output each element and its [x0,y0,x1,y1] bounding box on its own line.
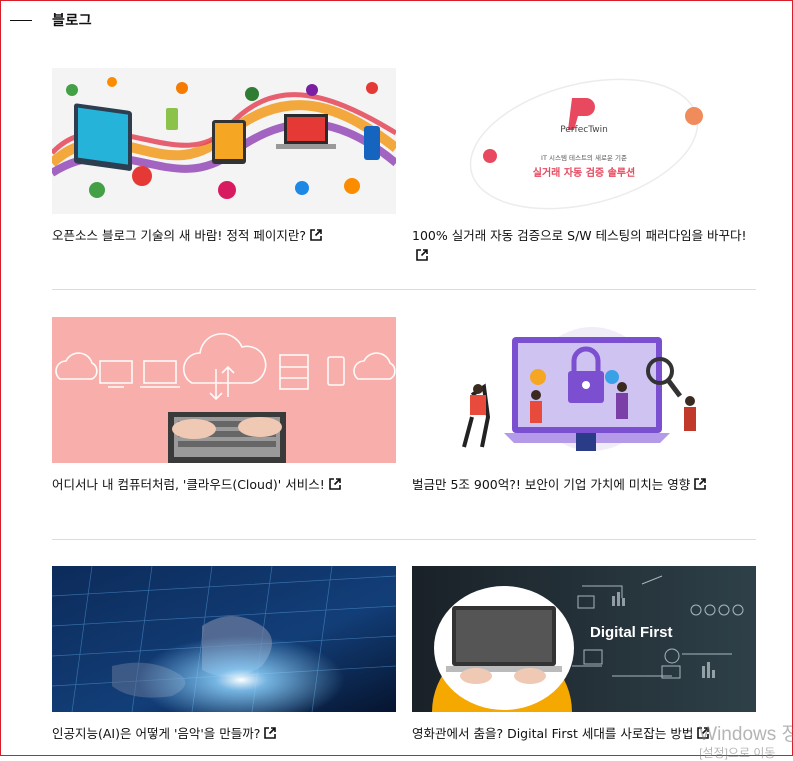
brand-tagline: IT 시스템 테스트의 새로운 기준 [541,154,627,162]
post-title[interactable]: 벌금만 5조 900억?! 보안이 기업 가치에 미치는 영향 [412,475,756,495]
post-title[interactable]: 오픈소스 블로그 기술의 새 바람! 정적 페이지란? [52,226,396,246]
external-link-icon[interactable] [694,476,707,490]
post-title[interactable]: 인공지능(AI)은 어떻게 '음악'을 만들까? [52,724,396,744]
row-divider [52,289,756,290]
blog-card[interactable]: Digital First 영화관에서 춤을? Digital First 세대… [412,566,756,744]
post-thumbnail-devices[interactable] [52,68,396,214]
post-title-text[interactable]: 오픈소스 블로그 기술의 새 바람! 정적 페이지란? [52,228,306,243]
external-link-icon[interactable] [310,227,322,241]
blog-card[interactable]: 인공지능(AI)은 어떻게 '음악'을 만들까? [52,566,396,744]
post-title-text[interactable]: 인공지능(AI)은 어떻게 '음악'을 만들까? [52,726,260,741]
post-thumbnail-ai-music[interactable] [52,566,396,712]
post-title[interactable]: 100% 실거래 자동 검증으로 S/W 테스팅의 패러다임을 바꾸다! [412,226,756,266]
external-link-icon[interactable] [416,247,428,261]
external-link-icon[interactable] [264,725,277,739]
blog-card[interactable]: PerfecTwin IT 시스템 테스트의 새로운 기준 실거래 자동 검증 … [412,68,756,266]
blog-card[interactable]: 오픈소스 블로그 기술의 새 바람! 정적 페이지란? [52,68,396,246]
header-dash [10,19,32,21]
post-title-text[interactable]: 100% 실거래 자동 검증으로 S/W 테스팅의 패러다임을 바꾸다! [412,228,747,243]
brand-headline: 실거래 자동 검증 솔루션 [532,168,636,179]
post-title-text[interactable]: 영화관에서 춤을? Digital First 세대를 사로잡는 방법 [412,726,693,741]
blog-card[interactable]: 어디서나 내 컴퓨터처럼, '클라우드(Cloud)' 서비스! [52,317,396,495]
post-thumbnail-digital-first[interactable]: Digital First [412,566,756,712]
section-header: 블로그 [10,8,92,32]
external-link-icon[interactable] [328,476,341,490]
post-title-text[interactable]: 벌금만 5조 900억?! 보안이 기업 가치에 미치는 영향 [412,477,690,492]
post-thumbnail-perfectwin[interactable]: PerfecTwin IT 시스템 테스트의 새로운 기준 실거래 자동 검증 … [412,68,756,214]
post-thumbnail-security[interactable] [412,317,756,463]
image-headline: Digital First [590,624,673,641]
post-thumbnail-cloud[interactable] [52,317,396,463]
post-title[interactable]: 어디서나 내 컴퓨터처럼, '클라우드(Cloud)' 서비스! [52,475,396,495]
watermark-line2: [설정]으로 이동 [699,746,776,760]
section-title: 블로그 [52,13,93,29]
windows-activation-watermark: Windows 정 [설정]으로 이동 [699,719,793,761]
post-title-text[interactable]: 어디서나 내 컴퓨터처럼, '클라우드(Cloud)' 서비스! [52,477,325,492]
blog-card[interactable]: 벌금만 5조 900억?! 보안이 기업 가치에 미치는 영향 [412,317,756,495]
row-divider [52,539,756,540]
watermark-line1: Windows 정 [699,724,793,745]
brand-name: PerfecTwin [560,125,608,135]
